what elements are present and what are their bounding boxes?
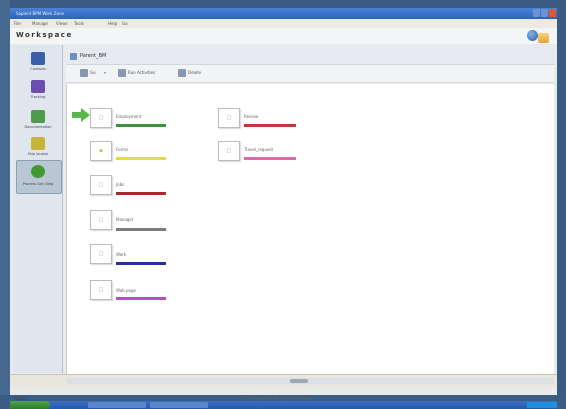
user-icon[interactable] [538,33,549,43]
toolbar-run-activities[interactable]: Run Activities [128,70,155,75]
activity-label[interactable]: Jobs [116,182,124,187]
sidebar-item-contacts[interactable]: Contacts [15,67,61,71]
start-button[interactable] [10,401,50,409]
main-title: Parent_BM [80,53,107,59]
scrollbar-thumb[interactable] [290,379,308,383]
minimize-button[interactable] [533,9,540,17]
window-title: Sapient BPM Work Zone [16,11,64,16]
activity-color-bar [116,228,166,231]
taskbar-button[interactable] [88,402,146,408]
close-button[interactable] [549,9,556,17]
activity-label[interactable]: Manager [116,217,134,222]
menu-views[interactable]: Views [56,20,68,27]
toolbar-go[interactable]: Go [90,70,96,75]
activity-label[interactable]: Work [116,252,126,257]
sidebar-item-locator[interactable]: Skip locator [15,152,61,156]
menu-file[interactable]: File [14,20,21,27]
taskbar-button[interactable] [150,402,208,408]
activity-color-bar [116,297,166,300]
tracking-icon[interactable] [31,80,45,93]
chevron-down-icon[interactable]: ▾ [104,70,106,75]
photo-frame-top [0,0,566,8]
workspace-bar [10,28,557,44]
activity-color-bar [116,157,166,160]
system-tray [527,402,557,408]
activity-color-bar [116,192,166,195]
menu-manage[interactable]: Manage [32,20,48,27]
activity-tile-employment[interactable]: □ [90,108,112,128]
activity-tile-jobs[interactable]: □ [90,175,112,195]
menu-bar [10,19,557,28]
locator-icon[interactable] [31,137,45,150]
photo-frame-left [0,0,10,409]
horizontal-scrollbar[interactable] [66,378,554,384]
sidebar-item-documentation[interactable]: Documentation [15,125,61,129]
contacts-icon[interactable] [31,52,45,65]
workspace-title: Workspace [16,31,73,39]
menu-go[interactable]: Go [122,20,128,27]
activity-color-bar [244,124,296,127]
toolbar-delete[interactable]: Delete [188,70,201,75]
activity-label[interactable]: Forms [116,147,128,152]
process-icon[interactable] [31,165,45,178]
delete-icon[interactable] [178,69,186,77]
activity-tile-work[interactable]: □ [90,244,112,264]
sidebar-item-tracking[interactable]: Tracking [15,95,61,99]
arrow-right-icon [72,108,90,122]
activity-label[interactable]: Travel_request [244,147,273,152]
photo-frame-right [557,0,566,409]
folder-icon [70,53,77,60]
help-icon[interactable] [527,30,538,41]
activity-label[interactable]: Review [244,114,258,119]
menu-tools[interactable]: Tools [74,20,84,27]
main-header [66,48,554,65]
activity-tile-manager[interactable]: □ [90,210,112,230]
activity-color-bar [116,124,166,127]
sidebar-item-process[interactable]: Process Gen Step [15,182,61,186]
activity-label[interactable]: Employment [116,114,141,119]
activity-tile-forms[interactable]: ◆ [90,141,112,161]
activity-tile-travel-request[interactable]: □ [218,141,240,161]
run-icon[interactable] [118,69,126,77]
documentation-icon[interactable] [31,110,45,123]
activity-tile-review[interactable]: □ [218,108,240,128]
activity-label[interactable]: Web page [116,288,136,293]
menu-help[interactable]: Help [108,20,117,27]
go-icon[interactable] [80,69,88,77]
maximize-button[interactable] [541,9,548,17]
activity-tile-web-page[interactable]: □ [90,280,112,300]
activity-color-bar [244,157,296,160]
activity-color-bar [116,262,166,265]
